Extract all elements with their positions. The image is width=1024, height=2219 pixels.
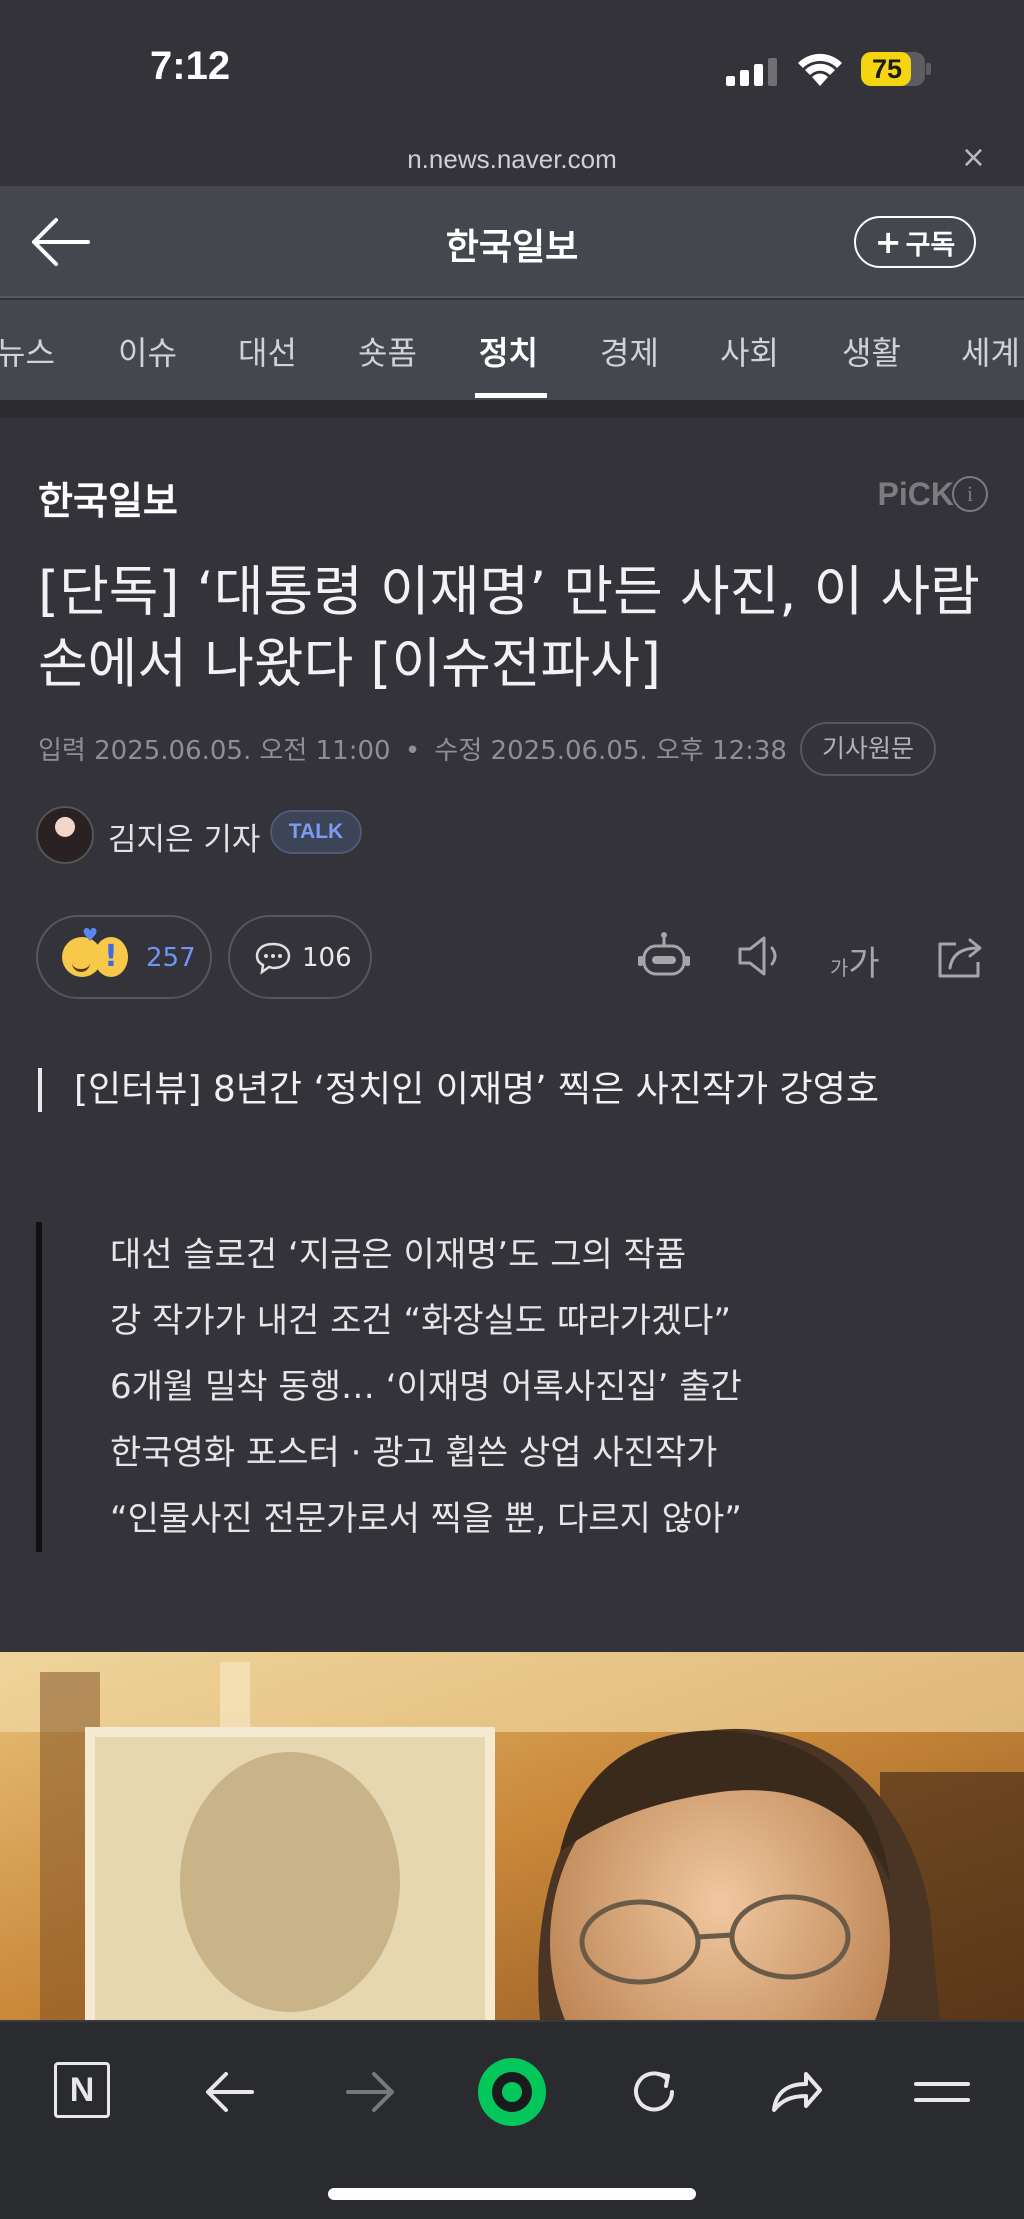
tabs-divider [0, 400, 1024, 418]
input-label: 입력 [38, 736, 86, 766]
tab-life[interactable]: 생활 [842, 328, 901, 374]
green-dot-icon[interactable] [476, 2056, 548, 2128]
subscribe-button[interactable]: + 구독 [854, 216, 976, 268]
comment-count: 106 [302, 943, 352, 973]
summary-line: 6개월 밀착 동행… ‘이재명 어록사진집’ 출간 [110, 1367, 742, 1407]
summary-line: 대선 슬로건 ‘지금은 이재명’도 그의 작품 [110, 1235, 687, 1275]
page-url[interactable]: n.news.naver.com [0, 144, 1024, 175]
share-icon[interactable] [766, 2062, 826, 2122]
comment-bubble-icon [255, 942, 291, 975]
info-icon[interactable]: i [952, 476, 988, 512]
active-tab-indicator [475, 393, 547, 398]
battery-level: 75 [872, 54, 903, 84]
article-headline: [단독] ‘대통령 이재명’ 만든 사진, 이 사람 손에서 나왔다 [이슈전파… [38, 560, 980, 695]
tab-shortform[interactable]: 숏폼 [358, 328, 417, 374]
plus-icon: + [874, 223, 902, 261]
separator-dot: • [404, 736, 421, 766]
back-arrow-icon[interactable] [200, 2062, 260, 2122]
modified-date: 2025.06.05. 오후 12:38 [490, 736, 787, 766]
talk-badge[interactable]: TALK [270, 810, 362, 854]
summary-line: 강 작가가 내건 조건 “화장실도 따라가겠다” [110, 1301, 732, 1341]
photographer-portrait-image [0, 1652, 1024, 2020]
font-size-large: 가 [848, 944, 880, 984]
tab-issue[interactable]: 이슈 [118, 328, 177, 374]
press-logo[interactable]: 한국일보 [38, 470, 178, 525]
reaction-count: 257 [146, 943, 196, 973]
modified-label: 수정 [434, 736, 483, 766]
refresh-icon[interactable] [624, 2062, 684, 2122]
home-indicator[interactable] [328, 2188, 696, 2200]
subscribe-label: 구독 [905, 229, 956, 261]
font-size-small: 가 [830, 956, 849, 980]
close-icon[interactable]: × [961, 140, 986, 175]
tab-election[interactable]: 대선 [238, 328, 297, 374]
cellular-signal-icon [726, 58, 777, 86]
share-icon[interactable] [934, 930, 990, 982]
heart-icon: ♥ [82, 925, 99, 946]
article-dates: 입력 2025.06.05. 오전 11:00 • 수정 2025.06.05.… [38, 730, 787, 767]
surprise-emoji-icon: ! [94, 937, 128, 977]
tab-society[interactable]: 사회 [720, 328, 779, 374]
speaker-icon[interactable] [734, 930, 790, 982]
wifi-icon [798, 53, 842, 86]
original-article-button[interactable]: 기사원문 [800, 722, 936, 776]
comment-button[interactable]: 106 [228, 915, 372, 999]
summary-line: “인물사진 전문가로서 찍을 뿐, 다르지 않아” [110, 1499, 742, 1539]
pick-badge: PiCK [877, 476, 954, 512]
summary-line: 한국영화 포스터 · 광고 휩쓴 상업 사진작가 [110, 1433, 718, 1473]
battery-icon: 75 [860, 50, 932, 88]
reaction-button[interactable]: ! ♥ 257 [36, 915, 212, 999]
tab-world[interactable]: 세계 [961, 328, 1020, 374]
tab-economy[interactable]: 경제 [600, 328, 659, 374]
input-date: 2025.06.05. 오전 11:00 [94, 736, 391, 766]
status-time: 7:12 [150, 44, 231, 88]
author-name[interactable]: 김지은 기자 [108, 814, 260, 859]
status-bar: 7:12 75 n.news.naver.com × [0, 0, 1024, 175]
robot-summary-icon[interactable] [636, 930, 692, 982]
menu-icon[interactable] [912, 2062, 972, 2122]
article-summary: 대선 슬로건 ‘지금은 이재명’도 그의 작품 강 작가가 내건 조건 “화장실… [36, 1222, 936, 1552]
tab-politics[interactable]: 정치 [479, 328, 538, 374]
naver-home-icon[interactable]: N [54, 2062, 110, 2118]
app-header: 한국일보 + 구독 [0, 186, 1024, 298]
forward-arrow-icon[interactable] [340, 2062, 400, 2122]
font-size-icon[interactable]: 가가 [830, 936, 880, 985]
author-avatar[interactable] [36, 806, 94, 864]
article-subheadline: [인터뷰] 8년간 ‘정치인 이재명’ 찍은 사진작가 강영호 [38, 1068, 879, 1112]
article-photo[interactable] [0, 1652, 1024, 2020]
category-tabs: 뉴스 이슈 대선 숏폼 정치 경제 사회 생활 세계 [0, 300, 1024, 400]
tab-news[interactable]: 뉴스 [0, 328, 55, 374]
